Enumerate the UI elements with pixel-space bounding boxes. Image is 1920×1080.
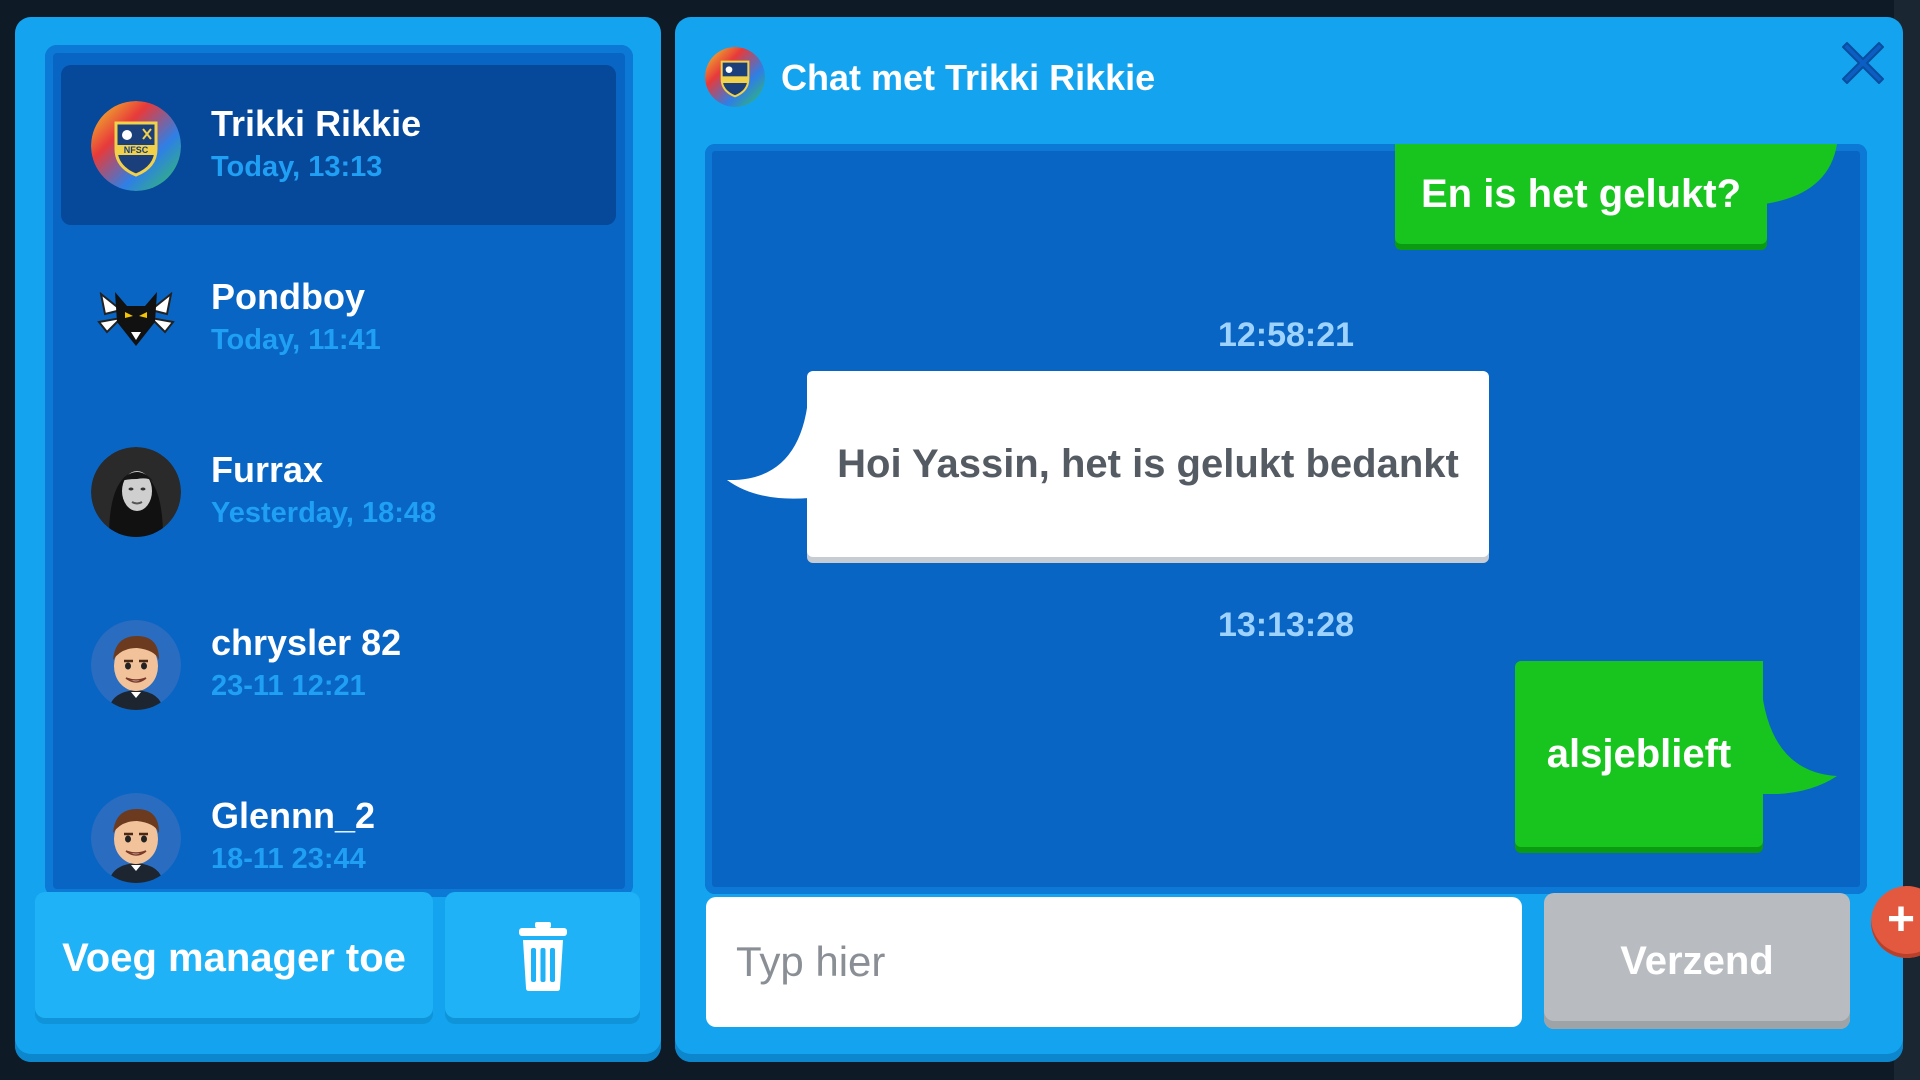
message-list[interactable]: En is het gelukt? 12:58:21 Hoi Yassin, h… [705, 144, 1867, 894]
chat-title: Chat met Trikki Rikkie [781, 57, 1156, 98]
conversation-panel: NFSC Trikki Rikkie Today, 13:13 Pondboy [15, 17, 661, 1062]
bubble-tail [1765, 144, 1837, 204]
bubble-tail [727, 390, 809, 499]
club-crest-icon [705, 47, 765, 107]
contact-name: chrysler 82 [211, 622, 402, 663]
message-input[interactable] [706, 897, 1522, 1027]
manager-face-icon [91, 620, 181, 710]
wolf-emblem-icon [91, 274, 181, 364]
bubble-tail [1761, 684, 1837, 794]
conversation-item-chrysler-82[interactable]: chrysler 82 23-11 12:21 [61, 584, 616, 744]
message-text: Hoi Yassin, het is gelukt bedankt [837, 441, 1459, 486]
message-text: alsjeblieft [1546, 731, 1732, 776]
send-button[interactable]: Verzend [1544, 893, 1850, 1029]
chat-panel: Chat met Trikki Rikkie En is het gelukt?… [675, 17, 1903, 1062]
contact-last-time: 23-11 12:21 [211, 670, 366, 702]
message-timestamp: 12:58:21 [1217, 316, 1355, 354]
delete-conversation-button[interactable] [445, 892, 640, 1024]
conversation-item-trikki-rikkie[interactable]: NFSC Trikki Rikkie Today, 13:13 [61, 65, 616, 225]
close-icon [1839, 39, 1887, 92]
contact-last-time: Today, 11:41 [211, 324, 381, 356]
photo-avatar [91, 447, 181, 537]
contact-last-time: Yesterday, 18:48 [211, 497, 437, 529]
contact-last-time: 18-11 23:44 [211, 843, 366, 875]
close-button[interactable] [1835, 37, 1891, 93]
contact-name: Trikki Rikkie [211, 103, 422, 144]
trash-icon [515, 920, 571, 997]
outgoing-message: alsjeblieft [1515, 661, 1763, 847]
conversation-item-furrax[interactable]: Furrax Yesterday, 18:48 [61, 411, 616, 571]
message-text: En is het gelukt? [1420, 171, 1742, 216]
conversation-item-pondboy[interactable]: Pondboy Today, 11:41 [61, 238, 616, 398]
add-manager-button[interactable]: Voeg manager toe [35, 892, 433, 1024]
conversation-item-glennn-2[interactable]: Glennn_2 18-11 23:44 [61, 757, 616, 897]
outgoing-message: En is het gelukt? [1395, 144, 1767, 244]
incoming-message: Hoi Yassin, het is gelukt bedankt [807, 371, 1489, 557]
message-timestamp: 13:13:28 [1217, 606, 1355, 644]
contact-name: Furrax [211, 449, 324, 490]
svg-text:NFSC: NFSC [124, 145, 149, 155]
contact-name: Glennn_2 [211, 795, 376, 836]
conversation-list[interactable]: NFSC Trikki Rikkie Today, 13:13 Pondboy [45, 45, 633, 897]
club-crest-icon: NFSC [91, 101, 181, 191]
contact-last-time: Today, 13:13 [211, 151, 383, 183]
contact-name: Pondboy [211, 276, 365, 317]
plus-icon: + [1887, 893, 1916, 946]
manager-face-icon [91, 793, 181, 883]
